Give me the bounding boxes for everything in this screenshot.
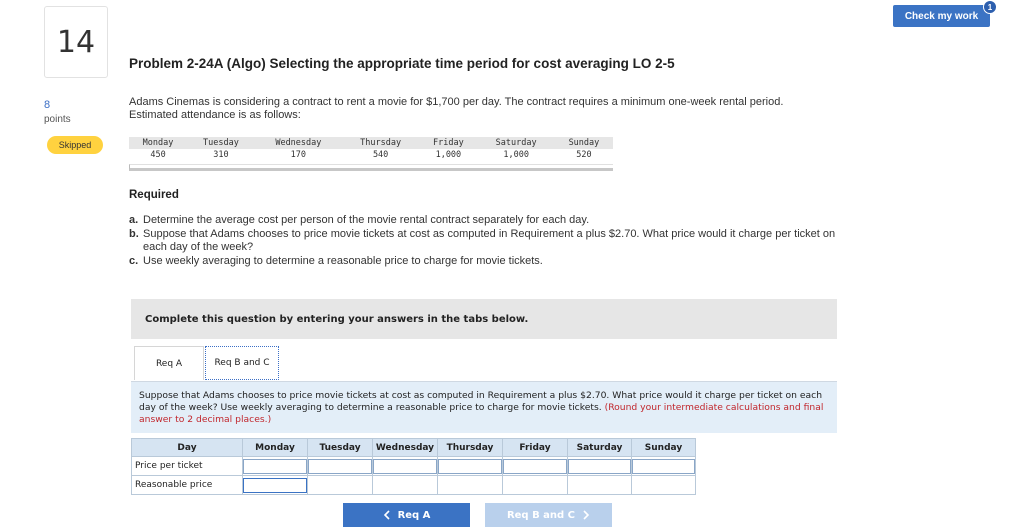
- chevron-left-icon: [383, 510, 390, 520]
- answer-cell: [437, 456, 503, 476]
- requirement-item: a. Determine the average cost per person…: [129, 214, 841, 227]
- answer-cell: [567, 456, 632, 476]
- points-value: 8: [44, 99, 51, 111]
- attendance-value: 540: [372, 150, 389, 160]
- requirement-text: Determine the average cost per person of…: [143, 214, 590, 226]
- attendance-value: 1,000: [435, 150, 462, 160]
- attendance-value: 170: [290, 150, 307, 160]
- attendance-day: Friday: [419, 137, 478, 149]
- complete-prompt: Complete this question by entering your …: [131, 299, 837, 339]
- attendance-day: Thursday: [341, 137, 420, 149]
- attendance-day: Monday: [129, 137, 188, 149]
- price-input-thursday[interactable]: [438, 458, 502, 474]
- attendance-day: Wednesday: [254, 137, 342, 149]
- check-count-badge: 1: [983, 0, 997, 14]
- points-label: points: [44, 114, 71, 125]
- attendance-value: 520: [576, 150, 592, 160]
- requirement-key: a.: [129, 214, 139, 226]
- tab-req-a[interactable]: Req A: [134, 346, 204, 380]
- answer-column-header: Monday: [242, 438, 308, 457]
- question-number: 14: [44, 6, 108, 78]
- table-row: Price per ticket: [131, 456, 696, 476]
- answer-cell: [242, 475, 308, 495]
- answer-column-header: Wednesday: [372, 438, 438, 457]
- requirement-item: c. Use weekly averaging to determine a r…: [129, 255, 841, 268]
- instructions-panel: Suppose that Adams chooses to price movi…: [131, 381, 837, 433]
- price-input-saturday[interactable]: [568, 458, 631, 474]
- answer-cell-empty: [307, 475, 373, 495]
- answer-column-header: Thursday: [437, 438, 503, 457]
- table-row: Reasonable price: [131, 475, 696, 495]
- problem-title: Problem 2-24A (Algo) Selecting the appro…: [129, 56, 675, 71]
- price-input-friday[interactable]: [503, 458, 567, 474]
- intro-line-2: Estimated attendance is as follows:: [129, 109, 301, 121]
- reasonable-price-input[interactable]: [243, 477, 307, 493]
- complete-prompt-text: Complete this question by entering your …: [145, 313, 529, 325]
- requirement-text: Use weekly averaging to determine a reas…: [143, 255, 543, 267]
- answer-cell: [242, 456, 308, 476]
- price-input-tuesday[interactable]: [308, 458, 372, 474]
- price-input-monday[interactable]: [243, 458, 307, 474]
- answer-column-header: Sunday: [631, 438, 696, 457]
- requirement-key: c.: [129, 255, 139, 267]
- attendance-day: Tuesday: [187, 137, 255, 149]
- answer-cell-empty: [437, 475, 503, 495]
- requirement-key: b.: [129, 228, 139, 240]
- price-input-sunday[interactable]: [632, 458, 695, 474]
- attendance-value: 1,000: [503, 150, 529, 160]
- answer-column-header: Saturday: [567, 438, 632, 457]
- required-heading: Required: [129, 189, 179, 201]
- answer-cell: [631, 456, 696, 476]
- attendance-day: Sunday: [554, 137, 613, 149]
- answer-cell-empty: [372, 475, 438, 495]
- next-tab-label: Req B and C: [506, 509, 576, 521]
- intro-line-1: Adams Cinemas is considering a contract …: [129, 96, 784, 108]
- answer-column-header: Friday: [502, 438, 568, 457]
- row-label-reasonable-price: Reasonable price: [131, 475, 243, 495]
- answer-cell-empty: [502, 475, 568, 495]
- attendance-day: Saturday: [477, 137, 555, 149]
- answer-header-day: Day: [131, 438, 243, 457]
- answer-cell: [372, 456, 438, 476]
- price-input-wednesday[interactable]: [373, 458, 437, 474]
- requirement-text: Suppose that Adams chooses to price movi…: [143, 228, 836, 253]
- answer-column-header: Tuesday: [307, 438, 373, 457]
- answer-cell-empty: [631, 475, 696, 495]
- requirements-list: a. Determine the average cost per person…: [129, 214, 841, 269]
- answer-table: Day Monday Tuesday Wednesday Thursday Fr…: [131, 438, 696, 495]
- prev-tab-label: Req A: [397, 509, 431, 521]
- problem-intro: Adams Cinemas is considering a contract …: [129, 96, 859, 122]
- attendance-value: 310: [213, 150, 229, 160]
- status-badge: Skipped: [47, 136, 103, 154]
- next-tab-button[interactable]: Req B and C: [485, 503, 612, 527]
- answer-cell: [307, 456, 373, 476]
- chevron-right-icon: [583, 510, 590, 520]
- requirement-item: b. Suppose that Adams chooses to price m…: [129, 228, 841, 254]
- attendance-value: 450: [150, 150, 166, 160]
- tab-req-b-and-c[interactable]: Req B and C: [205, 346, 279, 380]
- attendance-table: Monday Tuesday Wednesday Thursday Friday…: [129, 137, 613, 161]
- answer-cell: [502, 456, 568, 476]
- prev-tab-button[interactable]: Req A: [343, 503, 470, 527]
- row-label-price-per-ticket: Price per ticket: [131, 456, 243, 476]
- attendance-table-footer: [129, 164, 613, 171]
- check-my-work-button[interactable]: Check my work: [893, 5, 990, 27]
- answer-cell-empty: [567, 475, 632, 495]
